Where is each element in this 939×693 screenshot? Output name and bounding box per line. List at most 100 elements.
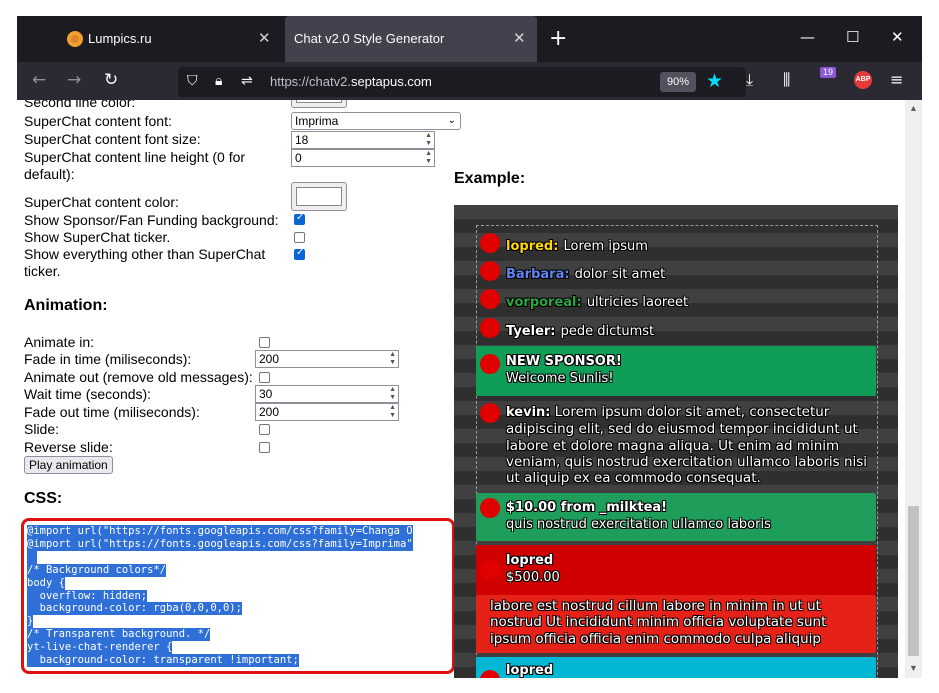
css-line: background-color: transparent !important…	[27, 654, 299, 667]
chat-author: lopred:	[506, 239, 559, 254]
css-blank-line	[27, 550, 37, 564]
chat-text: Lorem ipsum	[563, 239, 648, 254]
scroll-down-icon[interactable]: ▼	[909, 663, 918, 673]
sc-font-select[interactable]: Imprima ⌄	[291, 112, 461, 130]
second-line-color-picker[interactable]	[291, 100, 347, 108]
reload-icon[interactable]: ↻	[104, 70, 118, 90]
chat-author: Tyeler:	[506, 324, 556, 339]
back-icon[interactable]: ←	[32, 70, 46, 90]
chat-text: Lorem ipsum dolor sit amet, consectetur …	[506, 404, 868, 487]
spinner-icon[interactable]: ▲ ▼	[389, 351, 396, 367]
spinner-icon[interactable]: ▲ ▼	[389, 404, 396, 420]
tab-label: Chat v2.0 Style Generator	[294, 31, 445, 46]
chat-author: kevin:	[506, 405, 551, 420]
browser-navbar: ← → ↻ ⛉ 🔒︎ ⇌ https://chatv2.septapus.com…	[17, 62, 922, 100]
animate-out-label: Animate out (remove old messages):	[24, 369, 253, 385]
avatar	[480, 560, 500, 580]
chat-author: vorporeal:	[506, 295, 582, 310]
maximize-icon[interactable]: ☐	[846, 28, 859, 46]
adblock-icon[interactable]: ABP	[854, 71, 872, 89]
chat-text: dolor sit amet	[574, 267, 666, 282]
css-line: overflow: hidden;	[27, 589, 148, 603]
css-textarea[interactable]: @import url("https://fonts.googleapis.co…	[21, 518, 455, 674]
show-ticker-checkbox[interactable]	[294, 232, 305, 243]
animate-out-checkbox[interactable]	[259, 372, 270, 383]
superchat-text: labore est nostrud cillum labore in mini…	[490, 598, 827, 647]
superchat-header-block: lopred $500.00	[476, 545, 876, 595]
chevron-down-icon: ⌄	[447, 115, 456, 126]
show-everything-label-2: ticker.	[24, 263, 61, 279]
chat-message: lopred: Lorem ipsum	[476, 233, 876, 257]
superchat-text: quis nostrud exercitation ullamco labori…	[506, 517, 771, 532]
browser-titlebar: Lumpics.ru ✕ Chat v2.0 Style Generator ✕…	[17, 16, 922, 62]
slide-checkbox[interactable]	[259, 424, 270, 435]
chat-text: pede dictumst	[560, 324, 655, 339]
superchat-body-block: labore est nostrud cillum labore in mini…	[476, 595, 876, 653]
bookmark-star-icon[interactable]: ★	[706, 70, 723, 92]
chat-message: Tyeler: pede dictumst	[476, 318, 876, 342]
sc-line-height-label-2: default):	[24, 166, 75, 182]
show-everything-checkbox[interactable]	[294, 247, 305, 260]
animate-in-label: Animate in:	[24, 334, 95, 350]
permissions-icon[interactable]: ⇌	[241, 73, 253, 89]
sponsor-text: Welcome Sunlis!	[506, 371, 614, 386]
wait-time-label: Wait time (seconds):	[24, 386, 152, 402]
tab-lumpics[interactable]: Lumpics.ru ✕	[17, 16, 283, 62]
sc-line-height-label: SuperChat content line height (0 for	[24, 149, 246, 165]
lock-icon[interactable]: 🔒︎	[215, 73, 222, 89]
css-line: @import url("https://fonts.googleapis.co…	[27, 537, 413, 551]
url-bar[interactable]: ⛉ 🔒︎ ⇌ https://chatv2.septapus.com 90% ★	[178, 67, 746, 97]
animate-in-checkbox[interactable]	[259, 337, 270, 348]
superchat-author: lopred	[506, 553, 554, 568]
slide-label: Slide:	[24, 421, 60, 437]
fade-out-input[interactable]: 200 ▲ ▼	[255, 403, 399, 421]
wait-time-input[interactable]: 30 ▲ ▼	[255, 385, 399, 403]
reverse-slide-checkbox[interactable]	[259, 442, 270, 453]
spinner-icon[interactable]: ▲ ▼	[425, 150, 432, 166]
avatar	[480, 289, 500, 309]
page-content: Second line color: SuperChat content fon…	[17, 100, 905, 678]
zoom-level[interactable]: 90%	[660, 72, 696, 92]
fade-in-input[interactable]: 200 ▲ ▼	[255, 350, 399, 368]
show-sponsor-checkbox[interactable]	[294, 212, 305, 225]
css-code: @import url("https://fonts.googleapis.co…	[27, 525, 452, 671]
animation-heading: Animation:	[24, 297, 108, 314]
close-window-icon[interactable]: ✕	[891, 28, 904, 46]
page-scrollbar[interactable]: ▲ ▼	[905, 100, 922, 678]
example-heading: Example:	[454, 170, 526, 187]
forward-icon[interactable]: →	[67, 70, 81, 90]
reverse-slide-label: Reverse slide:	[24, 439, 113, 455]
sc-line-height-input[interactable]: 0 ▲ ▼	[291, 149, 435, 167]
example-preview: lopred: Lorem ipsum Barbara: dolor sit a…	[454, 205, 898, 678]
shield-icon[interactable]: ⛉	[187, 73, 198, 89]
css-line: @import url("https://fonts.googleapis.co…	[27, 525, 413, 538]
superchat-amount: $500.00	[506, 570, 560, 585]
chat-message: kevin: Lorem ipsum dolor sit amet, conse…	[476, 401, 876, 487]
new-tab-icon[interactable]: +	[549, 26, 567, 51]
css-line: /* Background colors*/	[27, 563, 167, 577]
library-icon[interactable]: ⫼	[783, 70, 790, 90]
avatar	[480, 403, 500, 423]
menu-icon[interactable]: ≡	[890, 70, 903, 89]
chat-text: ultricies laoreet	[586, 295, 689, 310]
css-line: /* Transparent background. */	[27, 628, 211, 642]
sponsor-message: NEW SPONSOR! Welcome Sunlis!	[476, 346, 876, 396]
sc-font-size-input[interactable]: 18 ▲ ▼	[291, 131, 435, 149]
chat-message: Barbara: dolor sit amet	[476, 261, 876, 285]
avatar	[480, 670, 500, 678]
minimize-icon[interactable]: —	[800, 28, 815, 46]
scroll-up-icon[interactable]: ▲	[909, 103, 918, 113]
close-tab-icon[interactable]: ✕	[513, 29, 526, 47]
sc-font-size-label: SuperChat content font size:	[24, 131, 201, 147]
spinner-icon[interactable]: ▲ ▼	[389, 386, 396, 402]
tab-chat-style-generator[interactable]: Chat v2.0 Style Generator ✕	[285, 16, 537, 62]
sc-color-picker[interactable]	[291, 182, 347, 211]
chat-author: Barbara:	[506, 267, 570, 282]
scroll-thumb[interactable]	[908, 506, 919, 656]
sponsor-title: NEW SPONSOR!	[506, 354, 622, 369]
tab-label: Lumpics.ru	[88, 31, 152, 46]
play-animation-button[interactable]: Play animation	[24, 456, 113, 474]
downloads-icon[interactable]: ⤓	[746, 70, 753, 90]
spinner-icon[interactable]: ▲ ▼	[425, 132, 432, 148]
close-tab-icon[interactable]: ✕	[258, 29, 271, 47]
